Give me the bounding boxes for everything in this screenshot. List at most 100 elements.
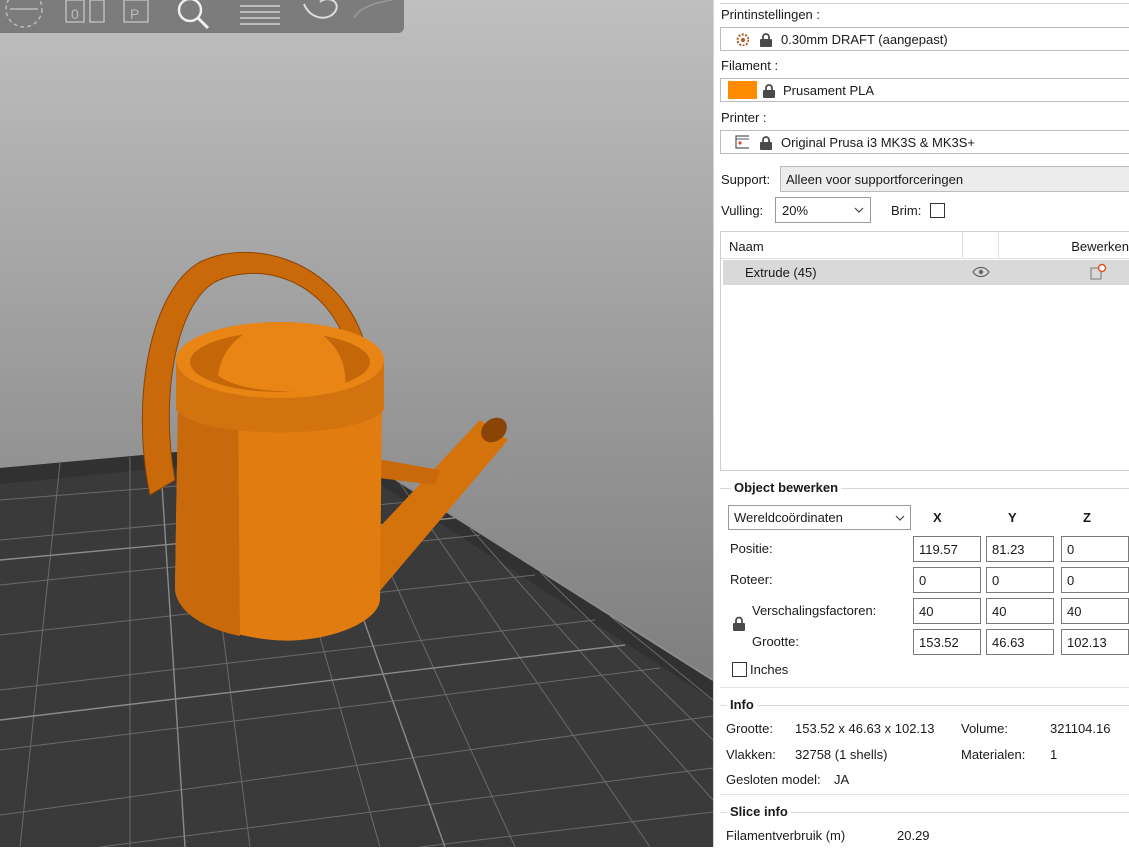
redo-icon[interactable] <box>350 0 398 30</box>
object-edit-title: Object bewerken <box>731 480 842 495</box>
settings-sidebar: Printinstellingen : 0.30mm DRAFT (aangep… <box>713 0 1129 847</box>
position-z-value: 0 <box>1067 542 1075 557</box>
rotate-x-field[interactable]: 0 <box>913 567 981 593</box>
info-title: Info <box>727 697 757 712</box>
position-x-value: 119.57 <box>919 542 958 557</box>
col-divider <box>998 232 999 258</box>
filament-label: Filament : <box>721 58 779 73</box>
filament-usage-label: Filamentverbruik (m) <box>726 828 846 843</box>
infill-label: Vulling: <box>721 203 764 218</box>
lock-icon <box>760 136 772 150</box>
size-z-value: 102.13 <box>1067 635 1107 650</box>
tab-strip <box>720 0 1129 4</box>
filament-color-swatch[interactable] <box>728 81 757 99</box>
size-x-value: 153.52 <box>919 635 959 650</box>
infill-select[interactable]: 20% <box>775 197 871 223</box>
chevron-down-icon <box>854 207 864 213</box>
printer-value: Original Prusa i3 MK3S & MK3S+ <box>781 135 975 150</box>
scale-y-value: 40 <box>992 604 1007 619</box>
view-toolbar: 0 P <box>0 0 404 33</box>
arrange-icon[interactable]: 0 <box>62 0 110 30</box>
filament-usage-value: 20.29 <box>897 828 930 843</box>
col-name-header[interactable]: Naam <box>729 239 764 254</box>
printer-label: Printer : <box>721 110 767 125</box>
scale-z-field[interactable]: 40 <box>1061 598 1129 624</box>
size-x-field[interactable]: 153.52 <box>913 629 981 655</box>
coord-system-select[interactable]: Wereldcoördinaten <box>728 505 911 530</box>
position-x-field[interactable]: 119.57 <box>913 536 981 562</box>
edit-settings-icon[interactable] <box>1089 263 1107 281</box>
position-label: Positie: <box>730 541 773 556</box>
scale-x-field[interactable]: 40 <box>913 598 981 624</box>
gear-icon <box>736 33 749 46</box>
scale-label: Verschalingsfactoren: <box>752 603 877 618</box>
print-settings-value: 0.30mm DRAFT (aangepast) <box>781 32 948 47</box>
support-label: Support: <box>721 172 771 187</box>
print-settings-combo[interactable]: 0.30mm DRAFT (aangepast) <box>720 27 1129 51</box>
rotate-y-field[interactable]: 0 <box>986 567 1054 593</box>
info-facets-value: 32758 (1 shells) <box>795 747 888 762</box>
lock-icon <box>763 84 775 98</box>
size-z-field[interactable]: 102.13 <box>1061 629 1129 655</box>
info-volume-label: Volume: <box>961 721 1008 736</box>
list-item[interactable]: Extrude (45) <box>723 260 1129 285</box>
layers-circle-icon[interactable] <box>0 0 48 30</box>
lock-icon <box>760 33 772 47</box>
svg-text:P: P <box>130 6 139 22</box>
brim-checkbox[interactable] <box>930 203 945 218</box>
inches-label: Inches <box>750 662 789 677</box>
rotate-z-value: 0 <box>1067 573 1075 588</box>
filament-value: Prusament PLA <box>783 83 875 98</box>
printer-combo[interactable]: Original Prusa i3 MK3S & MK3S+ <box>720 130 1129 154</box>
rotate-label: Roteer: <box>730 572 773 587</box>
size-y-field[interactable]: 46.63 <box>986 629 1054 655</box>
scale-lock-icon[interactable] <box>732 616 746 632</box>
axis-y-label: Y <box>1008 510 1017 525</box>
place-on-face-icon[interactable]: P <box>114 0 162 30</box>
infill-value: 20% <box>782 203 809 218</box>
coord-system-value: Wereldcoördinaten <box>734 510 843 525</box>
position-z-field[interactable]: 0 <box>1061 536 1129 562</box>
brim-label: Brim: <box>891 203 922 218</box>
inches-checkbox[interactable] <box>732 662 747 677</box>
scale-z-value: 40 <box>1067 604 1082 619</box>
axis-x-label: X <box>933 510 942 525</box>
print-settings-label: Printinstellingen : <box>721 7 820 22</box>
3d-scene[interactable] <box>0 0 713 847</box>
object-list-header: Naam Bewerken <box>721 232 1129 259</box>
info-size-label: Grootte: <box>726 721 773 736</box>
info-materials-label: Materialen: <box>961 747 1026 762</box>
object-name: Extrude (45) <box>745 265 817 280</box>
info-size-value: 153.52 x 46.63 x 102.13 <box>795 721 935 736</box>
size-y-value: 46.63 <box>992 635 1025 650</box>
rotate-y-value: 0 <box>992 573 1000 588</box>
col-divider <box>962 232 963 258</box>
support-select[interactable]: Alleen voor supportforceringen <box>780 166 1129 192</box>
object-list: Naam Bewerken Extrude (45) <box>720 231 1129 471</box>
printer-icon <box>735 135 749 149</box>
size-label: Grootte: <box>752 634 799 649</box>
undo-icon[interactable] <box>296 0 344 30</box>
can-body-shade <box>175 400 240 636</box>
3d-viewport[interactable]: 0 P <box>0 0 713 847</box>
support-value: Alleen voor supportforceringen <box>786 172 964 187</box>
scale-y-field[interactable]: 40 <box>986 598 1054 624</box>
col-edit-header[interactable]: Bewerken <box>1071 239 1129 254</box>
filament-combo[interactable]: Prusament PLA <box>720 78 1129 102</box>
rotate-x-value: 0 <box>919 573 927 588</box>
chevron-down-icon <box>895 515 905 521</box>
info-facets-label: Vlakken: <box>726 747 776 762</box>
info-materials-value: 1 <box>1050 747 1058 762</box>
scale-x-value: 40 <box>919 604 934 619</box>
slice-info-title: Slice info <box>727 804 791 819</box>
svg-text:0: 0 <box>71 6 79 22</box>
search-icon[interactable] <box>172 0 220 30</box>
axis-z-label: Z <box>1083 510 1091 525</box>
position-y-field[interactable]: 81.23 <box>986 536 1054 562</box>
info-volume-value: 321104.16 <box>1050 721 1111 736</box>
eye-icon[interactable] <box>972 266 990 278</box>
info-closed-label: Gesloten model: <box>726 772 821 787</box>
position-y-value: 81.23 <box>992 542 1025 557</box>
settings-list-icon[interactable] <box>236 0 284 30</box>
rotate-z-field[interactable]: 0 <box>1061 567 1129 593</box>
